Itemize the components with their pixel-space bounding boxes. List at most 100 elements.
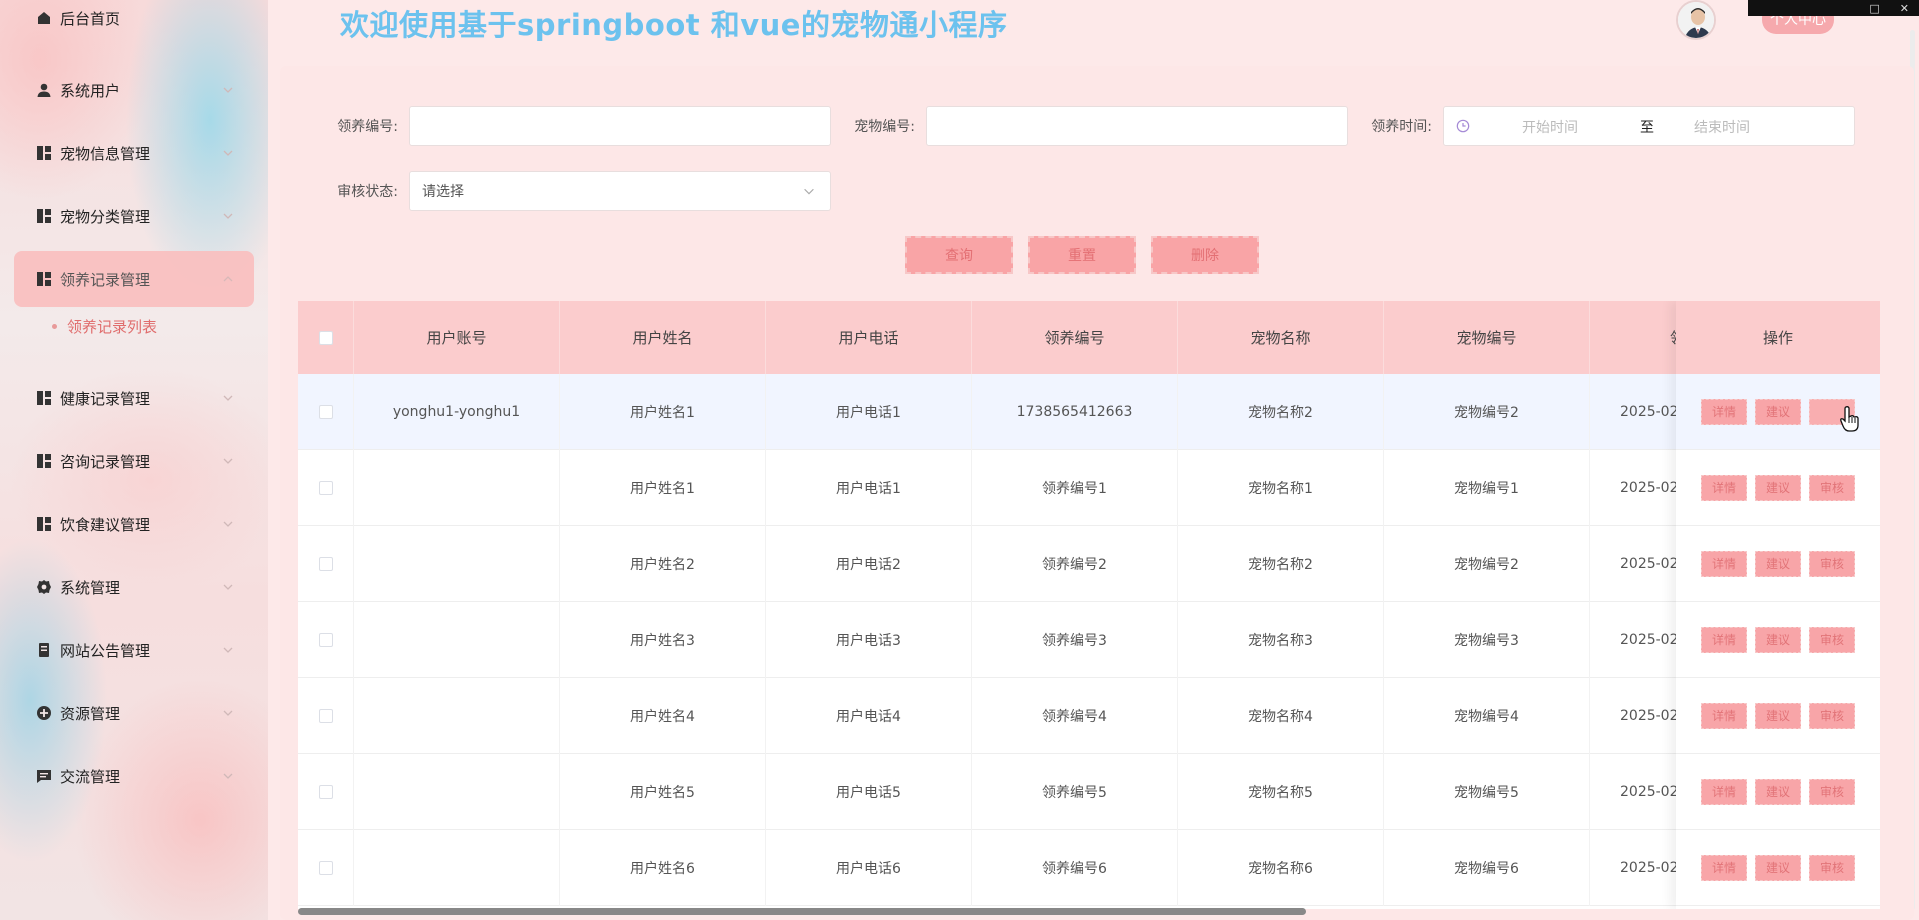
row-checkbox[interactable] [318, 633, 333, 647]
end-time-placeholder[interactable]: 结束时间 [1694, 117, 1750, 137]
column-header[interactable]: 领养编号 [972, 301, 1178, 374]
row-checkbox[interactable] [318, 709, 333, 723]
detail-button[interactable]: 详情 [1701, 550, 1747, 577]
column-header[interactable]: 宠物编号 [1384, 301, 1590, 374]
audit-button[interactable]: 审核 [1809, 550, 1855, 577]
pet-no-input[interactable] [926, 106, 1348, 146]
audit-button[interactable]: 审核 [1809, 474, 1855, 501]
detail-button[interactable]: 详情 [1701, 474, 1747, 501]
document-icon [36, 642, 52, 658]
sidebar-item-12[interactable]: 交流管理 [14, 748, 254, 804]
table-cell: 宠物名称3 [1178, 602, 1384, 678]
adopt-no-input[interactable] [409, 106, 831, 146]
audit-status-label: 审核状态: [337, 184, 398, 200]
table-cell: 领养编号4 [972, 678, 1178, 754]
sidebar-item-11[interactable]: 资源管理 [14, 685, 254, 741]
sidebar-item-8[interactable]: 饮食建议管理 [14, 496, 254, 552]
row-checkbox[interactable] [318, 405, 333, 419]
detail-button[interactable]: 详情 [1701, 854, 1747, 881]
table-row[interactable]: 用户姓名3 用户电话3 领养编号3 宠物名称3 宠物编号3 2025-02 [298, 602, 1880, 678]
audit-button[interactable]: 审核 [1809, 778, 1855, 805]
row-select-cell [298, 830, 354, 906]
suggest-button[interactable]: 建议 [1755, 474, 1801, 501]
delete-button[interactable]: 删除 [1151, 236, 1259, 274]
row-checkbox[interactable] [318, 861, 333, 875]
table-cell: 宠物名称2 [1178, 374, 1384, 450]
table-cell: 1738565412663 [972, 374, 1178, 450]
detail-button[interactable]: 详情 [1701, 702, 1747, 729]
table-row[interactable]: 用户姓名5 用户电话5 领养编号5 宠物名称5 宠物编号5 2025-02 [298, 754, 1880, 830]
sidebar-item-10[interactable]: 网站公告管理 [14, 622, 254, 678]
table-cell: 宠物名称1 [1178, 450, 1384, 526]
avatar[interactable] [1676, 0, 1716, 40]
detail-button[interactable]: 详情 [1701, 626, 1747, 653]
chevron-down-icon [220, 579, 236, 595]
sidebar-item-7[interactable]: 咨询记录管理 [14, 433, 254, 489]
table-row[interactable]: yonghu1-yonghu1 用户姓名1 用户电话1 1738565412663 宠物… [298, 374, 1880, 450]
sidebar-item-2[interactable]: 系统用户 [14, 62, 254, 118]
adopt-no-label: 领养编号: [337, 119, 398, 135]
row-checkbox[interactable] [318, 481, 333, 495]
audit-status-select[interactable]: 请选择 [409, 171, 831, 211]
sidebar-item-1[interactable]: 后台首页 [14, 0, 254, 46]
suggest-button[interactable]: 建议 [1755, 398, 1801, 425]
bullet-icon [52, 324, 57, 329]
sidebar-item-6[interactable]: 健康记录管理 [14, 370, 254, 426]
table-cell: 领养编号3 [972, 602, 1178, 678]
chevron-down-icon [220, 208, 236, 224]
table-cell: 领养编号2 [972, 526, 1178, 602]
table-cell: 用户姓名3 [560, 602, 766, 678]
column-header[interactable]: 用户电话 [766, 301, 972, 374]
table-row[interactable]: 用户姓名4 用户电话4 领养编号4 宠物名称4 宠物编号4 2025-02 [298, 678, 1880, 754]
chevron-down-icon [220, 516, 236, 532]
maximize-icon[interactable]: □ [1869, 3, 1879, 14]
sidebar-subitem-adoption-list[interactable]: 领养记录列表 [52, 316, 157, 337]
table-cell: 宠物名称5 [1178, 754, 1384, 830]
sidebar-item-5[interactable]: 领养记录管理 [14, 251, 254, 307]
suggest-button[interactable]: 建议 [1755, 550, 1801, 577]
detail-button[interactable]: 详情 [1701, 778, 1747, 805]
table-row[interactable]: 用户姓名2 用户电话2 领养编号2 宠物名称2 宠物编号2 2025-02 [298, 526, 1880, 602]
table-cell: 用户姓名4 [560, 678, 766, 754]
audit-button[interactable]: 审核 [1809, 854, 1855, 881]
chevron-down-icon [220, 642, 236, 658]
select-all-cell [298, 301, 354, 374]
table-row[interactable]: 用户姓名1 用户电话1 领养编号1 宠物名称1 宠物编号1 2025-02 [298, 450, 1880, 526]
home-icon [36, 10, 52, 26]
sidebar-item-4[interactable]: 宠物分类管理 [14, 188, 254, 244]
column-header[interactable]: 用户姓名 [560, 301, 766, 374]
clock-icon [1456, 119, 1470, 133]
reset-button[interactable]: 重置 [1028, 236, 1136, 274]
row-checkbox[interactable] [318, 557, 333, 571]
suggest-button[interactable]: 建议 [1755, 702, 1801, 729]
range-separator: 至 [1640, 120, 1654, 136]
audit-button[interactable]: 审核 [1809, 702, 1855, 729]
query-button[interactable]: 查询 [905, 236, 1013, 274]
sidebar-item-3[interactable]: 宠物信息管理 [14, 125, 254, 181]
table-cell: 宠物编号6 [1384, 830, 1590, 906]
suggest-button[interactable]: 建议 [1755, 778, 1801, 805]
chevron-down-icon [804, 188, 814, 195]
start-time-placeholder[interactable]: 开始时间 [1522, 117, 1578, 137]
adopt-time-range[interactable]: 开始时间 至 结束时间 [1443, 106, 1855, 146]
suggest-button[interactable]: 建议 [1755, 854, 1801, 881]
column-header[interactable]: 宠物名称 [1178, 301, 1384, 374]
close-icon[interactable]: ✕ [1900, 3, 1909, 14]
hand-cursor-icon [1840, 406, 1859, 432]
suggest-button[interactable]: 建议 [1755, 626, 1801, 653]
detail-button[interactable]: 详情 [1701, 398, 1747, 425]
grid-icon [36, 516, 52, 532]
table-cell: 宠物名称4 [1178, 678, 1384, 754]
table-cell: 宠物编号3 [1384, 602, 1590, 678]
row-checkbox[interactable] [318, 785, 333, 799]
sidebar-item-label: 宠物分类管理 [60, 207, 151, 226]
select-all-checkbox[interactable] [318, 330, 333, 345]
table-row[interactable]: 用户姓名6 用户电话6 领养编号6 宠物名称6 宠物编号6 2025-02 [298, 830, 1880, 906]
table-cell: 用户电话6 [766, 830, 972, 906]
column-header[interactable]: 用户账号 [354, 301, 560, 374]
sidebar-item-9[interactable]: 系统管理 [14, 559, 254, 615]
horizontal-scrollbar[interactable] [298, 908, 1306, 915]
sidebar-item-label: 资源管理 [60, 704, 121, 723]
table-cell: yonghu1-yonghu1 [354, 374, 560, 450]
audit-button[interactable]: 审核 [1809, 626, 1855, 653]
